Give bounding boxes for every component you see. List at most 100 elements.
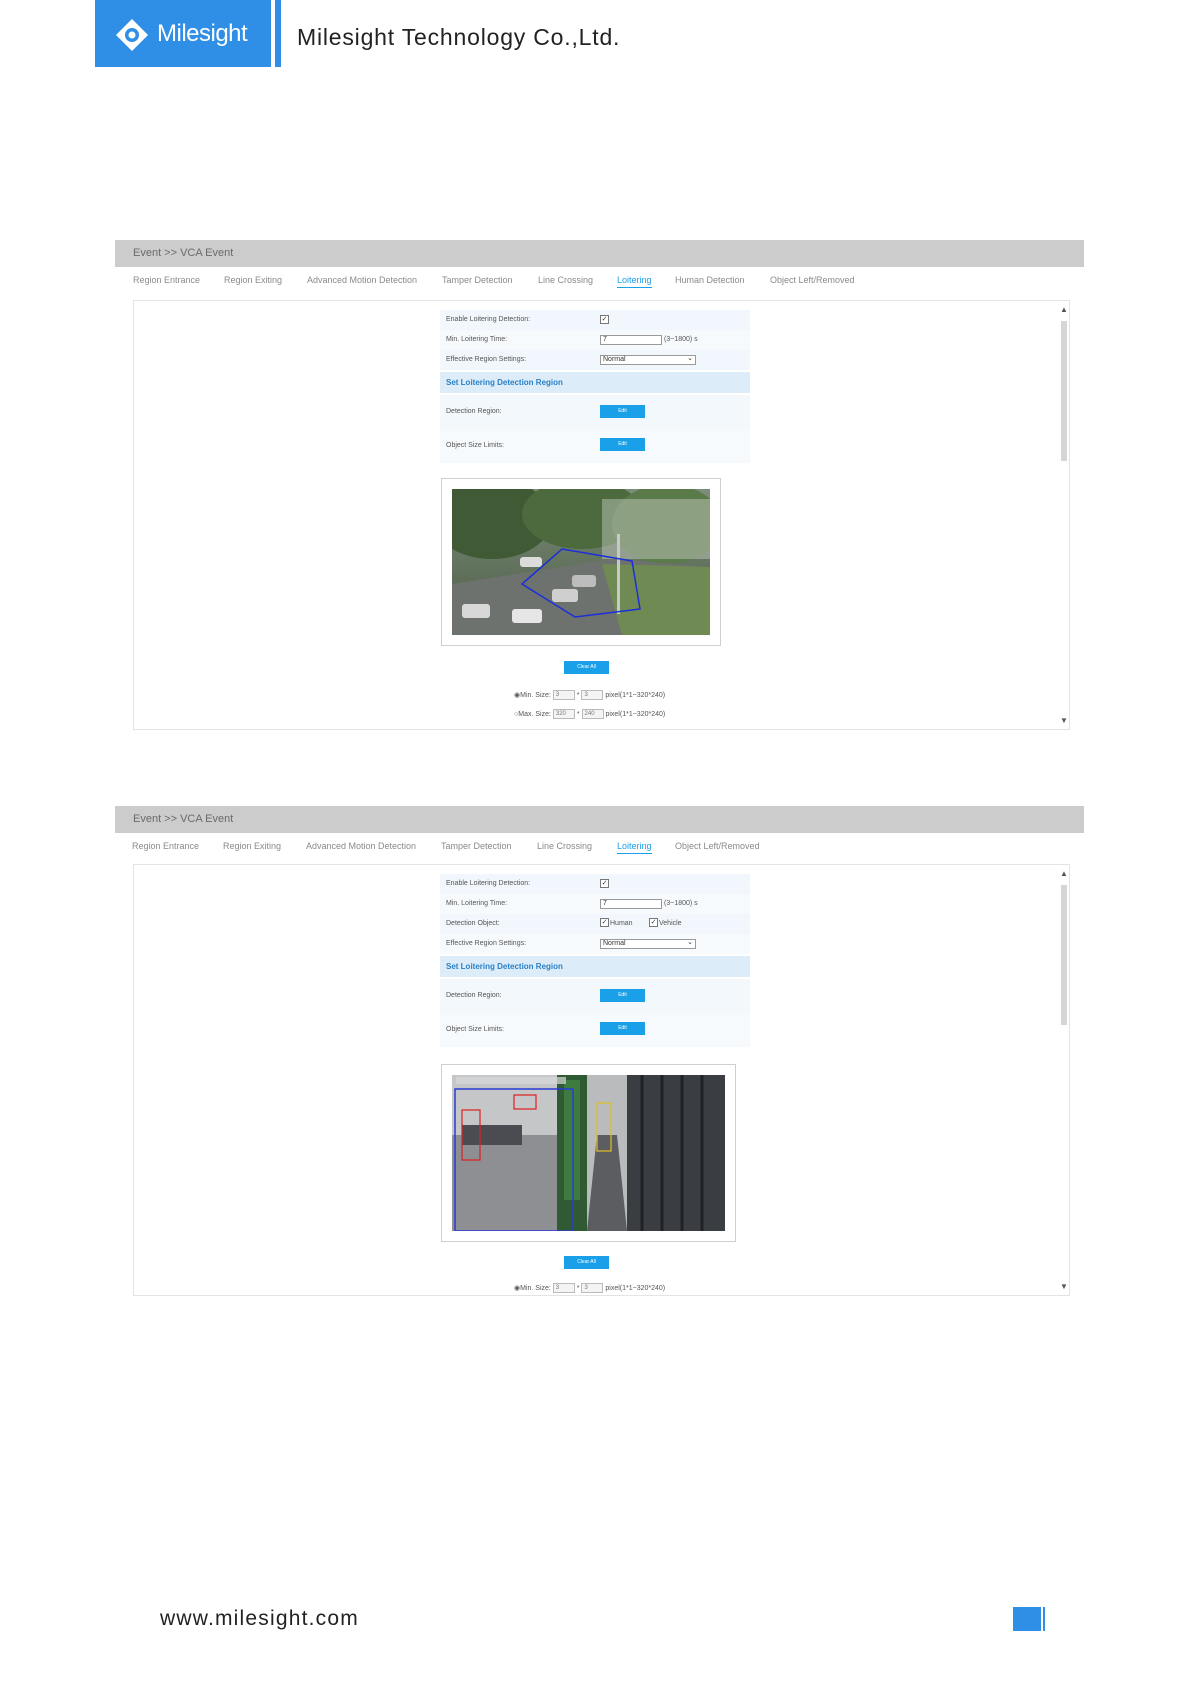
tab-advanced-motion-detection[interactable]: Advanced Motion Detection — [306, 841, 416, 851]
breadcrumb: Event >> VCA Event — [115, 240, 1084, 267]
edit-size-button[interactable]: Edit — [600, 438, 645, 451]
vehicle-label: Vehicle — [659, 920, 682, 927]
section-header: Set Loitering Detection Region — [440, 372, 750, 393]
human-checkbox[interactable]: ✓ — [600, 918, 609, 927]
enable-row: Enable Loitering Detection: ✓ — [440, 310, 750, 330]
loitering-form: Enable Loitering Detection: ✓ Min. Loite… — [440, 310, 750, 463]
video-preview-frame — [441, 478, 721, 646]
tab-region-entrance[interactable]: Region Entrance — [132, 841, 199, 851]
scroll-up-icon[interactable]: ▲ — [1060, 305, 1068, 314]
min-time-input[interactable]: 7 — [600, 335, 662, 345]
min-width-input[interactable]: 3 — [552, 690, 575, 700]
scroll-up-icon[interactable]: ▲ — [1060, 869, 1068, 878]
detection-object-row: Detection Object: ✓ Human ✓ Vehicle — [440, 914, 750, 934]
footer-url: www.milesight.com — [160, 1607, 359, 1630]
tab-object-left-removed[interactable]: Object Left/Removed — [675, 841, 760, 851]
milesight-logo-icon — [116, 19, 148, 51]
times-sign: * — [576, 710, 580, 718]
region-settings-label: Effective Region Settings: — [446, 356, 527, 363]
chevron-down-icon: ⌄ — [687, 939, 693, 946]
tab-object-left-removed[interactable]: Object Left/Removed — [770, 275, 855, 285]
brand-logo: Milesight — [95, 0, 271, 67]
tab-region-exiting[interactable]: Region Exiting — [223, 841, 281, 851]
min-time-range: (3~1800) s — [664, 900, 698, 907]
tab-tamper-detection[interactable]: Tamper Detection — [441, 841, 512, 851]
footer-square-icon — [1013, 1607, 1041, 1631]
min-size-line: ◉Min. Size: 3 * 3 pixel(1*1~320*240) — [514, 1283, 665, 1293]
chevron-down-icon: ⌄ — [687, 355, 693, 362]
section-header: Set Loitering Detection Region — [440, 956, 750, 977]
detection-region-label: Detection Region: — [446, 408, 502, 415]
tab-region-exiting[interactable]: Region Exiting — [224, 275, 282, 285]
min-time-input[interactable]: 7 — [600, 899, 662, 909]
region-settings-select[interactable]: Normal ⌄ — [600, 355, 696, 365]
min-size-range: pixel(1*1~320*240) — [605, 1284, 666, 1292]
tab-human-detection[interactable]: Human Detection — [675, 275, 745, 285]
max-size-range: pixel(1*1~320*240) — [605, 710, 666, 718]
tab-line-crossing[interactable]: Line Crossing — [537, 841, 592, 851]
scroll-thumb[interactable] — [1061, 885, 1067, 1025]
enable-checkbox[interactable]: ✓ — [600, 879, 609, 888]
vca-panel-2: Event >> VCA Event Region Entrance Regio… — [115, 806, 1084, 1296]
scroll-thumb[interactable] — [1061, 321, 1067, 461]
edit-region-button[interactable]: Edit — [600, 405, 645, 418]
object-size-label: Object Size Limits: — [446, 442, 504, 449]
vca-tabs: Region Entrance Region Exiting Advanced … — [115, 833, 1084, 860]
clear-all-button[interactable]: Clear All — [564, 661, 609, 674]
region-settings-row: Effective Region Settings: Normal ⌄ — [440, 934, 750, 954]
min-time-row: Min. Loitering Time: 7 (3~1800) s — [440, 330, 750, 350]
min-width-input[interactable]: 3 — [552, 1283, 575, 1293]
enable-label: Enable Loitering Detection: — [446, 316, 531, 323]
tab-loitering[interactable]: Loitering — [617, 275, 652, 288]
scrollbar[interactable]: ▲ ▼ — [1059, 301, 1069, 729]
camera-preview[interactable] — [452, 489, 710, 635]
detection-object-label: Detection Object: — [446, 920, 500, 927]
max-height-input[interactable]: 240 — [581, 709, 604, 719]
min-height-input[interactable]: 3 — [581, 1283, 604, 1293]
video-preview-frame — [441, 1064, 736, 1242]
region-settings-label: Effective Region Settings: — [446, 940, 527, 947]
max-size-line: ○Max. Size: 320 * 240 pixel(1*1~320*240) — [514, 709, 665, 719]
tab-region-entrance[interactable]: Region Entrance — [133, 275, 200, 285]
vehicle-checkbox[interactable]: ✓ — [649, 918, 658, 927]
scrollbar[interactable]: ▲ ▼ — [1059, 865, 1069, 1295]
tab-advanced-motion-detection[interactable]: Advanced Motion Detection — [307, 275, 417, 285]
settings-content: Enable Loitering Detection: ✓ Min. Loite… — [133, 300, 1070, 730]
region-settings-value: Normal — [603, 356, 626, 363]
times-sign: * — [576, 691, 580, 699]
header-divider — [275, 0, 281, 67]
clear-all-button[interactable]: Clear All — [564, 1256, 609, 1269]
footer-divider — [1043, 1607, 1045, 1631]
times-sign: * — [576, 1284, 580, 1292]
edit-size-button[interactable]: Edit — [600, 1022, 645, 1035]
scroll-down-icon[interactable]: ▼ — [1060, 1282, 1068, 1291]
region-settings-value: Normal — [603, 940, 626, 947]
section-title: Set Loitering Detection Region — [446, 378, 563, 387]
scroll-down-icon[interactable]: ▼ — [1060, 716, 1068, 725]
enable-label: Enable Loitering Detection: — [446, 880, 531, 887]
tab-tamper-detection[interactable]: Tamper Detection — [442, 275, 513, 285]
min-size-range: pixel(1*1~320*240) — [605, 691, 666, 699]
camera-preview[interactable] — [452, 1075, 725, 1231]
tab-line-crossing[interactable]: Line Crossing — [538, 275, 593, 285]
breadcrumb: Event >> VCA Event — [115, 806, 1084, 833]
settings-content: Enable Loitering Detection: ✓ Min. Loite… — [133, 864, 1070, 1296]
edit-region-button[interactable]: Edit — [600, 989, 645, 1002]
company-name: Milesight Technology Co.,Ltd. — [297, 24, 621, 50]
vca-tabs: Region Entrance Region Exiting Advanced … — [115, 267, 1084, 294]
human-label: Human — [610, 920, 633, 927]
min-size-label: Min. Size: — [520, 1284, 551, 1292]
loitering-form: Enable Loitering Detection: ✓ Min. Loite… — [440, 874, 750, 1047]
detection-region-row: Detection Region: Edit — [440, 395, 750, 429]
min-time-range: (3~1800) s — [664, 336, 698, 343]
section-title: Set Loitering Detection Region — [446, 962, 563, 971]
region-settings-select[interactable]: Normal ⌄ — [600, 939, 696, 949]
object-size-label: Object Size Limits: — [446, 1026, 504, 1033]
min-height-input[interactable]: 3 — [581, 690, 604, 700]
max-width-input[interactable]: 320 — [552, 709, 575, 719]
min-size-line: ◉Min. Size: 3 * 3 pixel(1*1~320*240) — [514, 690, 665, 700]
region-settings-row: Effective Region Settings: Normal ⌄ — [440, 350, 750, 370]
enable-checkbox[interactable]: ✓ — [600, 315, 609, 324]
vca-panel-1: Event >> VCA Event Region Entrance Regio… — [115, 240, 1084, 730]
tab-loitering[interactable]: Loitering — [617, 841, 652, 854]
